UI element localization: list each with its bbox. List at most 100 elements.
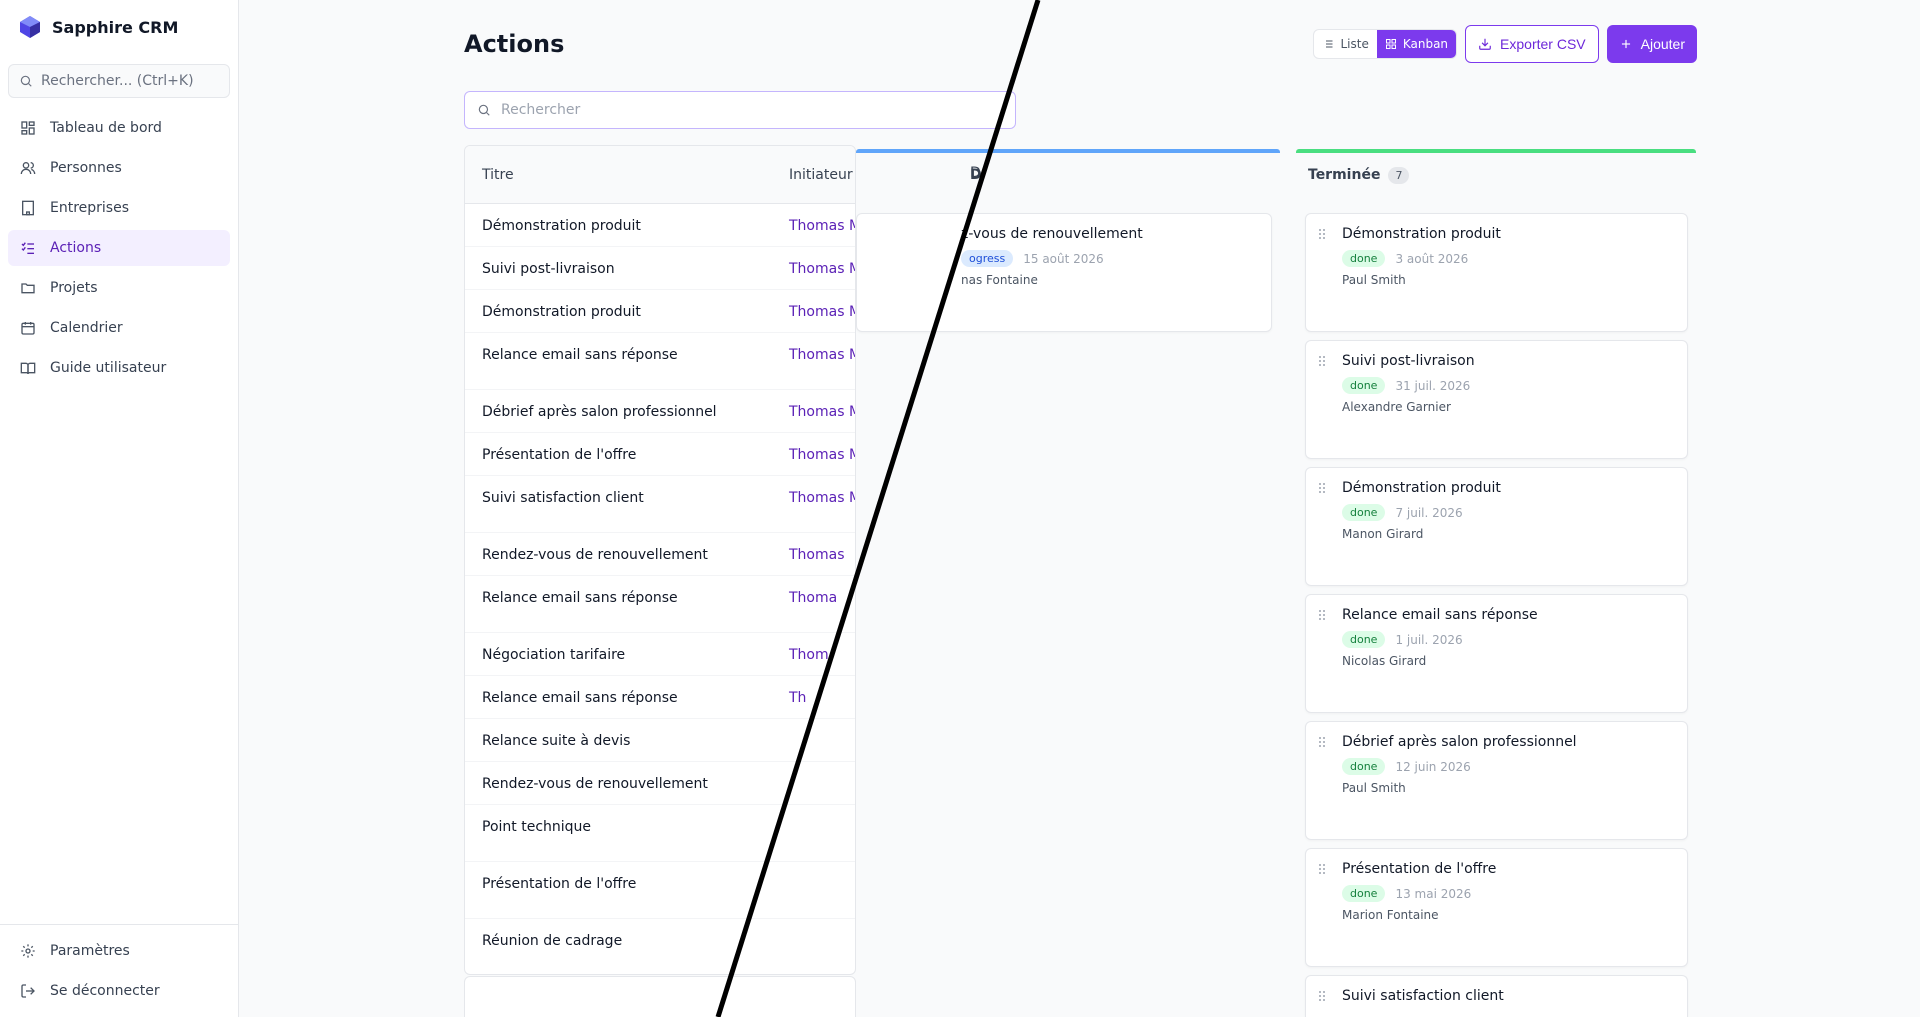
list-card-placeholder <box>464 976 856 1017</box>
table-row[interactable]: Présentation de l'offre Thomas Mafille <box>465 433 855 476</box>
sidebar-item-label: Actions <box>50 240 102 256</box>
cell-initiator[interactable]: Thoma <box>789 590 837 606</box>
cell-title: Point technique <box>482 819 592 835</box>
sidebar-footer: Paramètres Se déconnecter <box>0 924 238 1013</box>
kanban-card[interactable]: Suivi satisfaction client <box>1305 975 1688 1017</box>
cell-initiator[interactable]: Thom <box>789 647 829 663</box>
card-title: z-vous de renouvellement <box>961 226 1143 242</box>
view-kanban-button[interactable]: Kanban <box>1376 30 1457 58</box>
table-row[interactable]: Rendez-vous de renouvellement <box>465 762 855 805</box>
sidebar-item-guide[interactable]: Guide utilisateur <box>8 350 230 386</box>
drag-handle-icon[interactable] <box>1318 228 1326 240</box>
card-title: Démonstration produit <box>1342 480 1501 496</box>
table-row[interactable]: Relance email sans réponse Thomas Mafille <box>465 333 855 390</box>
cell-title: Relance email sans réponse <box>482 590 678 606</box>
view-list-button[interactable]: Liste <box>1314 30 1376 58</box>
sidebar-item-projects[interactable]: Projets <box>8 270 230 306</box>
sidebar-item-label: Tableau de bord <box>50 120 162 136</box>
drag-handle-icon[interactable] <box>1318 355 1326 367</box>
cell-initiator[interactable]: Thomas <box>789 547 845 563</box>
kanban-card[interactable]: Relance email sans réponse done 1 juil. … <box>1305 594 1688 713</box>
add-label: Ajouter <box>1640 36 1685 52</box>
sidebar-item-people[interactable]: Personnes <box>8 150 230 186</box>
drag-handle-icon[interactable] <box>1318 863 1326 875</box>
sidebar-item-actions[interactable]: Actions <box>8 230 230 266</box>
sidebar-item-label: Entreprises <box>50 200 130 216</box>
export-csv-label: Exporter CSV <box>1500 36 1586 52</box>
column-count-badge: 7 <box>1388 166 1410 184</box>
actions-search-input[interactable]: Rechercher <box>464 91 1016 129</box>
view-kanban-label: Kanban <box>1402 37 1449 51</box>
card-date: 3 août 2026 <box>1395 251 1469 266</box>
drag-handle-icon[interactable] <box>1318 609 1326 621</box>
cell-title: Démonstration produit <box>482 218 641 234</box>
table-row[interactable]: Présentation de l'offre <box>465 862 855 919</box>
column-header-initiator[interactable]: Initiateur <box>789 167 853 183</box>
cell-title: Suivi satisfaction client <box>482 490 644 506</box>
sidebar-item-logout[interactable]: Se déconnecter <box>8 973 230 1009</box>
card-meta: done 31 juil. 2026 <box>1342 377 1675 394</box>
actions-table: Titre Initiateur Démonstration produit Th… <box>464 145 856 975</box>
sidebar-item-dashboard[interactable]: Tableau de bord <box>8 110 230 146</box>
table-row[interactable]: Relance suite à devis <box>465 719 855 762</box>
page-title: Actions <box>464 30 565 58</box>
card-owner: Manon Girard <box>1342 527 1424 541</box>
sidebar-item-companies[interactable]: Entreprises <box>8 190 230 226</box>
kanban-card[interactable]: z-vous de renouvellement ogress 15 août … <box>856 213 1272 332</box>
cell-title: Rendez-vous de renouvellement <box>482 547 708 563</box>
table-row[interactable]: Démonstration produit Thomas Mafille <box>465 204 855 247</box>
table-row[interactable]: Suivi satisfaction client Thomas Ma <box>465 476 855 533</box>
cell-initiator[interactable]: Th <box>789 690 806 706</box>
sidebar-item-label: Calendrier <box>50 320 123 336</box>
cell-initiator[interactable]: Thomas Mafille <box>789 261 855 277</box>
sidebar-item-label: Paramètres <box>50 943 130 959</box>
card-meta: done 13 mai 2026 <box>1342 885 1675 902</box>
card-meta: done 12 juin 2026 <box>1342 758 1675 775</box>
cell-title: Relance email sans réponse <box>482 347 678 363</box>
card-owner: Paul Smith <box>1342 781 1406 795</box>
cell-title: Débrief après salon professionnel <box>482 404 717 420</box>
table-row[interactable]: Relance email sans réponse Thoma <box>465 576 855 633</box>
card-title: Suivi satisfaction client <box>1342 988 1504 1004</box>
drag-handle-icon[interactable] <box>1318 990 1326 1002</box>
brand[interactable]: Sapphire CRM <box>0 0 238 54</box>
add-button[interactable]: Ajouter <box>1606 25 1697 63</box>
global-search-input[interactable]: Rechercher... (Ctrl+K) <box>8 64 230 98</box>
drag-handle-icon[interactable] <box>1318 736 1326 748</box>
sidebar-item-calendar[interactable]: Calendrier <box>8 310 230 346</box>
drag-handle-icon[interactable] <box>1318 482 1326 494</box>
cell-initiator[interactable]: Thomas Mafille <box>789 404 855 420</box>
column-header-title[interactable]: Titre <box>465 167 789 183</box>
sidebar-item-settings[interactable]: Paramètres <box>8 933 230 969</box>
cell-initiator[interactable]: Thomas Mafille <box>789 218 855 234</box>
card-owner: Paul Smith <box>1342 273 1406 287</box>
cell-initiator[interactable]: Thomas Mafille <box>789 347 855 363</box>
table-row[interactable]: Suivi post-livraison Thomas Mafille <box>465 247 855 290</box>
cell-title: Relance email sans réponse <box>482 690 678 706</box>
table-row[interactable]: Relance email sans réponse Th <box>465 676 855 719</box>
view-toggle: Liste Kanban <box>1313 29 1458 59</box>
kanban-card[interactable]: Démonstration produit done 7 juil. 2026 … <box>1305 467 1688 586</box>
kanban-card[interactable]: Débrief après salon professionnel done 1… <box>1305 721 1688 840</box>
kanban-card[interactable]: Présentation de l'offre done 13 mai 2026… <box>1305 848 1688 967</box>
status-badge: done <box>1342 250 1386 267</box>
card-meta: done 7 juil. 2026 <box>1342 504 1675 521</box>
cell-initiator[interactable]: Thomas Mafille <box>789 447 855 463</box>
book-icon <box>20 362 36 375</box>
export-csv-button[interactable]: Exporter CSV <box>1465 25 1599 63</box>
table-row[interactable]: Négociation tarifaire Thom <box>465 633 855 676</box>
cell-initiator[interactable]: Thomas Mafille <box>789 304 855 320</box>
card-title: Suivi post-livraison <box>1342 353 1475 369</box>
table-row[interactable]: Réunion de cadrage <box>465 919 855 974</box>
table-row[interactable]: Rendez-vous de renouvellement Thomas <box>465 533 855 576</box>
page-toolbar: Liste Kanban Exporter CSV Ajouter <box>1313 25 1697 63</box>
table-row[interactable]: Débrief après salon professionnel Thomas … <box>465 390 855 433</box>
search-icon <box>20 75 32 87</box>
table-row[interactable]: Point technique <box>465 805 855 862</box>
cell-initiator[interactable]: Thomas Ma <box>789 490 855 506</box>
table-row[interactable]: Démonstration produit Thomas Mafille <box>465 290 855 333</box>
card-title: Démonstration produit <box>1342 226 1501 242</box>
kanban-card[interactable]: Démonstration produit done 3 août 2026 P… <box>1305 213 1688 332</box>
kanban-card[interactable]: Suivi post-livraison done 31 juil. 2026 … <box>1305 340 1688 459</box>
cell-title: Relance suite à devis <box>482 733 631 749</box>
